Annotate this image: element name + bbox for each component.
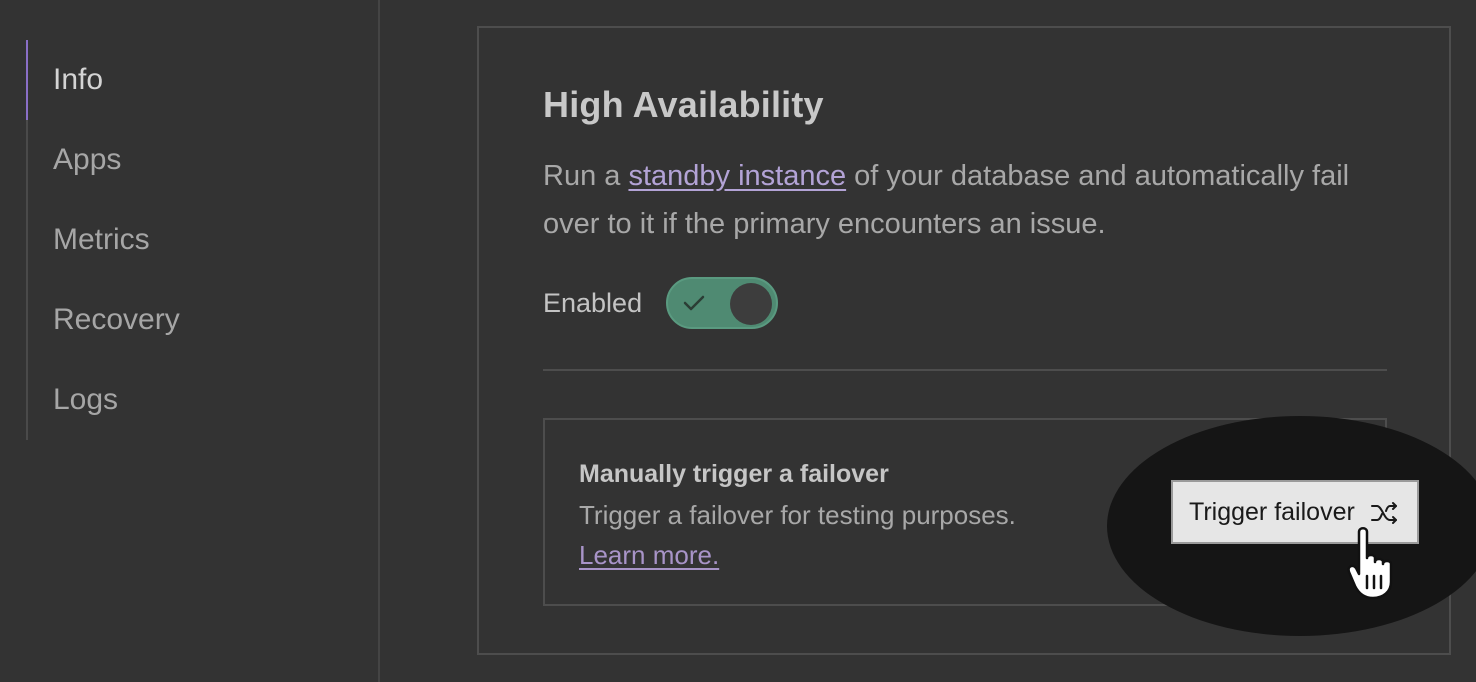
sidebar-nav: Info Apps Metrics Recovery Logs <box>26 40 326 440</box>
sidebar-item-metrics[interactable]: Metrics <box>28 200 326 280</box>
section-title: High Availability <box>543 84 824 125</box>
failover-title: Manually trigger a failover <box>579 460 889 488</box>
high-availability-card: High Availability Run a standby instance… <box>477 26 1476 655</box>
sidebar-item-logs[interactable]: Logs <box>28 360 326 440</box>
enabled-toggle[interactable] <box>666 277 779 329</box>
enabled-label: Enabled <box>543 287 643 318</box>
enabled-row: Enabled <box>543 277 779 329</box>
hand-pointer-icon <box>1347 527 1393 600</box>
sidebar-item-apps[interactable]: Apps <box>28 120 326 200</box>
description-text-start: Run a <box>543 160 629 192</box>
section-description: Run a standby instance of your database … <box>543 152 1383 248</box>
toggle-knob <box>730 283 773 325</box>
sidebar: Info Apps Metrics Recovery Logs <box>0 0 380 682</box>
standby-instance-link[interactable]: standby instance <box>628 160 846 192</box>
sidebar-item-info[interactable]: Info <box>26 40 326 120</box>
check-icon <box>683 295 705 311</box>
divider <box>543 369 1387 371</box>
learn-more-link[interactable]: Learn more. <box>579 540 719 571</box>
trigger-failover-label: Trigger failover <box>1189 497 1355 526</box>
sidebar-item-recovery[interactable]: Recovery <box>28 280 326 360</box>
failover-description: Trigger a failover for testing purposes. <box>579 500 1016 530</box>
failover-panel: Manually trigger a failover Trigger a fa… <box>543 416 1476 636</box>
